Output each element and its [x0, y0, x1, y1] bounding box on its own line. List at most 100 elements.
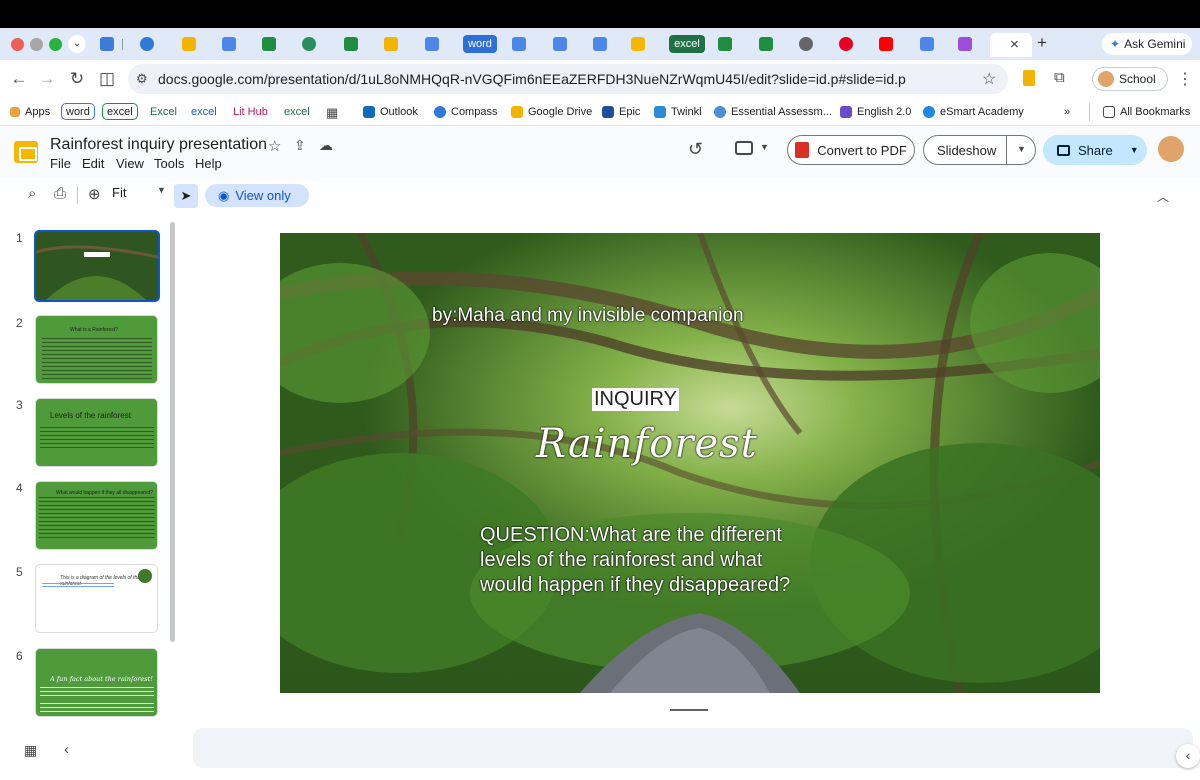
bookmark-epic[interactable]: Epic	[602, 103, 640, 121]
tab-sheets-icon[interactable]	[262, 37, 276, 51]
tab-word[interactable]: word	[463, 35, 497, 53]
close-window-button[interactable]	[11, 38, 24, 51]
search-icon[interactable]: ⌕	[28, 185, 36, 202]
bookmark-divider	[1089, 103, 1090, 121]
tab-docs-icon[interactable]	[593, 37, 607, 51]
notes-resize-handle[interactable]	[670, 709, 708, 711]
url-text[interactable]: docs.google.com/presentation/d/1uL8oNMHQ…	[158, 71, 906, 87]
zoom-chevron-icon[interactable]: ▼	[157, 185, 166, 195]
split-view-icon[interactable]: ◫	[96, 68, 118, 90]
reload-button[interactable]: ↻	[66, 68, 88, 90]
slide-thumbnail-3[interactable]: Levels of the rainforest	[35, 398, 158, 467]
tab-chatgpt-icon[interactable]	[799, 37, 813, 51]
maximize-window-button[interactable]	[49, 38, 62, 51]
bookmark-excel[interactable]: Excel	[150, 103, 177, 121]
tab-sheets-icon[interactable]	[718, 37, 732, 51]
tab-pinterest-icon[interactable]	[839, 37, 853, 51]
bookmark-compass[interactable]: Compass	[434, 103, 497, 121]
tab-drive-icon[interactable]	[182, 37, 196, 51]
bookmark-essential-assessment[interactable]: Essential Assessm...	[714, 103, 832, 121]
minimize-window-button[interactable]	[30, 38, 43, 51]
tab-docs-icon[interactable]	[920, 37, 934, 51]
slide-thumbnail-6[interactable]: A fun fact about the rainforest!	[35, 648, 158, 717]
speaker-notes-panel[interactable]	[193, 728, 1193, 768]
tab-classroom-icon[interactable]	[958, 37, 972, 51]
bookmark-twinkl[interactable]: Twinkl	[654, 103, 702, 121]
tab-drive-icon[interactable]	[384, 37, 398, 51]
meeting-camera-icon[interactable]	[735, 141, 753, 155]
bookmark-star-icon[interactable]: ☆	[982, 69, 996, 89]
tab-drive-icon[interactable]	[425, 37, 439, 51]
bookmark-google-drive[interactable]: Google Drive	[511, 103, 592, 121]
back-button[interactable]: ←	[8, 68, 30, 90]
new-tab-button[interactable]: +	[1037, 33, 1047, 53]
slide-thumbnail-2[interactable]: What is a Rainforest?	[35, 315, 158, 384]
tab-docs-icon[interactable]	[553, 37, 567, 51]
bookmark-lit-hub[interactable]: Lit Hub	[233, 103, 268, 121]
menu-view[interactable]: View	[116, 156, 144, 171]
ask-gemini-button[interactable]: ✦ Ask Gemini	[1102, 33, 1192, 55]
slide-number: 1	[16, 231, 23, 245]
share-button[interactable]: Share ▼	[1043, 135, 1147, 165]
tab-slides-icon[interactable]	[631, 37, 645, 51]
slides-logo-icon[interactable]	[14, 141, 38, 163]
bookmark-word[interactable]: word	[61, 103, 95, 120]
site-info-icon[interactable]: ⚙	[136, 71, 148, 87]
menu-edit[interactable]: Edit	[82, 156, 104, 171]
select-cursor-icon[interactable]: ➤	[174, 184, 198, 208]
side-panel-toggle-icon[interactable]: ‹	[1176, 744, 1200, 768]
extension-timer-icon[interactable]	[1023, 70, 1035, 86]
bookmark-outlook[interactable]: Outlook	[363, 103, 418, 121]
slide-canvas[interactable]: by:Maha and my invisible companion INQUI…	[280, 233, 1100, 693]
bookmark-excel-lower[interactable]: excel	[191, 103, 217, 121]
bookmark-excel-boxed[interactable]: excel	[102, 103, 138, 120]
star-icon[interactable]: ☆	[268, 137, 281, 155]
bookmark-english[interactable]: English 2.0	[840, 103, 911, 121]
bookmark-apps[interactable]: Apps	[10, 103, 50, 121]
tab-docs-icon[interactable]	[222, 37, 236, 51]
tab-sheets-icon[interactable]	[344, 37, 358, 51]
slide-thumbnail-5[interactable]: This is a diagram of the levels of the r…	[35, 564, 158, 633]
tab-youtube-icon[interactable]	[879, 37, 893, 51]
version-history-icon[interactable]: ↺	[688, 139, 703, 160]
slideshow-label: Slideshow	[937, 142, 997, 158]
bookmark-excel-last[interactable]: excel	[284, 103, 310, 121]
forward-button[interactable]: →	[36, 68, 58, 90]
slide-thumbnail-4[interactable]: What would happen if they all disappeare…	[35, 481, 158, 550]
thumbnail-title: Levels of the rainforest	[50, 411, 131, 420]
zoom-select[interactable]: Fit	[112, 185, 126, 200]
slideshow-options-chevron-icon[interactable]: ▼	[1017, 144, 1026, 154]
menu-file[interactable]: File	[50, 156, 71, 171]
grid-view-icon[interactable]: ▦	[24, 742, 37, 759]
view-only-badge[interactable]: ◉ View only	[205, 184, 309, 207]
grid-icon[interactable]: ▦	[326, 105, 338, 121]
tab-sheets-icon[interactable]	[759, 37, 773, 51]
tab-search-icon[interactable]: ⌄	[68, 35, 86, 53]
cloud-status-icon[interactable]: ☁	[319, 137, 333, 154]
extensions-puzzle-icon[interactable]: ⧉	[1054, 69, 1065, 86]
move-folder-icon[interactable]: ⇪	[294, 137, 306, 154]
account-avatar[interactable]	[1158, 136, 1184, 162]
collapse-filmstrip-icon[interactable]: ‹	[64, 741, 69, 758]
menu-help[interactable]: Help	[195, 156, 222, 171]
slide-number: 2	[16, 316, 23, 330]
tab-excel[interactable]: excel	[669, 35, 705, 53]
tab-docs-icon[interactable]	[512, 37, 526, 51]
chevron-down-icon[interactable]: ▼	[760, 142, 769, 152]
tab-globe-icon[interactable]	[302, 37, 316, 51]
collapse-toolbar-chevron-icon[interactable]: ︿	[1157, 188, 1169, 205]
convert-to-pdf-button[interactable]: Convert to PDF	[787, 135, 915, 165]
menu-tools[interactable]: Tools	[154, 156, 184, 171]
tab-favicon-icon[interactable]	[100, 37, 114, 51]
filmstrip-scrollbar[interactable]	[170, 222, 175, 642]
tab-compass-icon[interactable]	[140, 37, 154, 51]
browser-menu-icon[interactable]: ⋮	[1177, 69, 1193, 89]
bookmark-esmart[interactable]: eSmart Academy	[923, 103, 1024, 121]
close-tab-icon[interactable]: ×	[1010, 36, 1019, 53]
all-bookmarks-button[interactable]: All Bookmarks	[1103, 103, 1190, 121]
slide-thumbnail-1[interactable]	[34, 230, 160, 302]
bookmarks-overflow-button[interactable]: »	[1064, 103, 1070, 121]
print-icon[interactable]: ⎙	[54, 185, 66, 202]
zoom-icon[interactable]: ⊕	[88, 185, 101, 203]
document-title[interactable]: Rainforest inquiry presentation	[50, 136, 267, 154]
